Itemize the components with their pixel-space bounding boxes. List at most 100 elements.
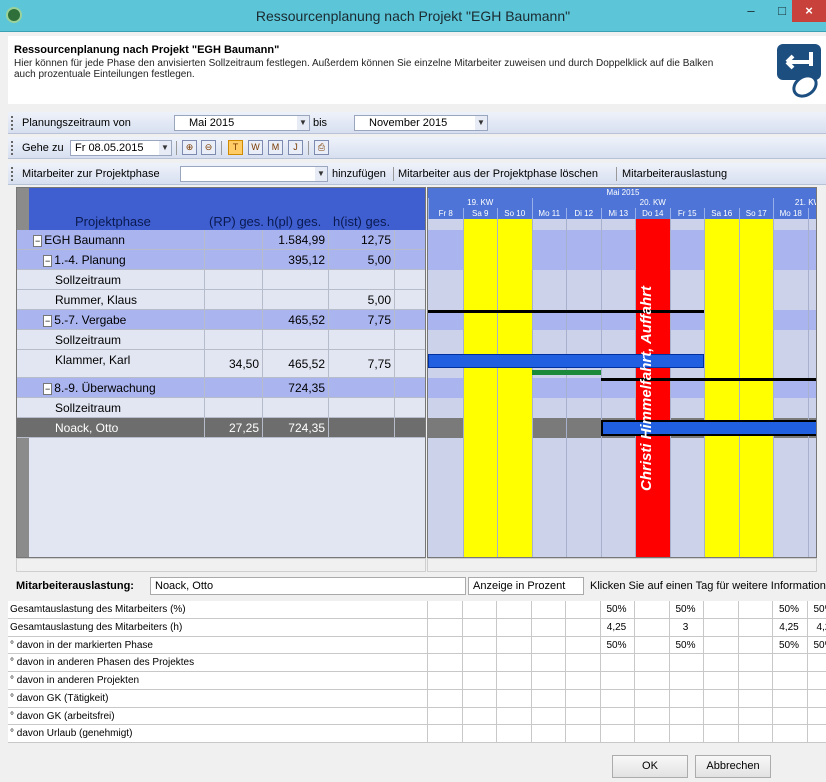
utilisation-value[interactable]: 50% [669, 604, 703, 615]
table-row[interactable]: Noack, Otto 27,25 724,35 [17, 418, 425, 438]
utilisation-value[interactable]: 50% [669, 640, 703, 651]
period-from-select[interactable]: Mai 2015 ▼ [174, 115, 310, 131]
table-row[interactable]: Sollzeitraum [17, 270, 425, 290]
table-row[interactable]: −8.-9. Überwachung 724,35 [17, 378, 425, 398]
phase-grid[interactable]: Projektphase (RP) ges. h(pl) ges. h(ist)… [16, 187, 426, 558]
toolbar-separator [308, 141, 309, 155]
gantt-day-header[interactable]: Fr 8 [428, 208, 463, 219]
day-view-button[interactable]: T [228, 140, 243, 155]
table-row[interactable]: − EGH Baumann 1.584,99 12,75 [17, 230, 425, 250]
gantt-day-header[interactable]: Mo 18 [773, 208, 808, 219]
gantt-day-header[interactable]: Do 14 [635, 208, 670, 219]
utilisation-value[interactable]: 50% [807, 640, 826, 651]
chevron-down-icon[interactable]: ▼ [297, 116, 309, 130]
gantt-day-header[interactable]: Sa 16 [704, 208, 739, 219]
value-cell [329, 398, 395, 418]
utilisation-value[interactable]: 4,25 [772, 622, 806, 633]
assignment-bar[interactable] [428, 354, 704, 368]
table-row[interactable]: −1.-4. Planung 395,12 5,00 [17, 250, 425, 270]
chevron-down-icon[interactable]: ▼ [475, 116, 487, 130]
value-cell [263, 270, 329, 290]
utilisation-column-line [530, 601, 532, 743]
delete-employee-button[interactable]: Mitarbeiter aus der Projektphase löschen [398, 168, 598, 180]
col-header-phase[interactable]: Projektphase [75, 214, 151, 229]
gantt-day-header[interactable]: Mo 11 [531, 208, 566, 219]
gantt-day-header[interactable]: So 17 [738, 208, 773, 219]
collapse-icon[interactable]: − [33, 235, 43, 247]
gantt-day-header[interactable]: Fr 15 [669, 208, 704, 219]
toolbar-separator [176, 141, 177, 155]
collapse-icon[interactable]: − [43, 255, 53, 267]
goto-label: Gehe zu [22, 142, 64, 154]
weekend-column [738, 219, 773, 557]
gantt-day-header[interactable]: D [807, 208, 816, 219]
gantt-day-header[interactable]: Di 12 [566, 208, 601, 219]
day-gridline [566, 219, 567, 557]
ok-button[interactable]: OK [612, 755, 688, 778]
table-row[interactable]: −5.-7. Vergabe 465,52 7,75 [17, 310, 425, 330]
gantt-day-header[interactable]: So 10 [497, 208, 532, 219]
goto-date-picker[interactable]: Fr 08.05.2015 ▼ [70, 140, 172, 156]
utilisation-row-label: ° davon in anderen Phasen des Projektes [10, 657, 195, 669]
period-to-select[interactable]: November 2015 ▼ [354, 115, 488, 131]
utilisation-value[interactable]: 3 [669, 622, 703, 633]
chevron-down-icon[interactable]: ▼ [315, 167, 327, 181]
table-row[interactable]: Sollzeitraum [17, 398, 425, 418]
utilisation-column-line [772, 601, 773, 743]
goto-date-value: Fr 08.05.2015 [75, 142, 144, 154]
sollzeitraum-bar[interactable] [428, 310, 704, 313]
value-cell: 5,00 [329, 250, 395, 270]
utilisation-value[interactable]: 50% [772, 604, 806, 615]
print-icon[interactable]: ⎙ [314, 140, 329, 155]
utilisation-employee-select[interactable]: Noack, Otto [150, 577, 466, 595]
day-gridline [531, 219, 533, 557]
month-view-button[interactable]: M [268, 140, 283, 155]
utilisation-value[interactable]: 4,25 [600, 622, 634, 633]
window-title: Ressourcenplanung nach Projekt "EGH Baum… [255, 8, 571, 24]
col-header-plan[interactable]: h(pl) ges. [267, 214, 329, 229]
zoom-in-icon[interactable]: ⊕ [182, 140, 197, 155]
year-view-button[interactable]: J [288, 140, 303, 155]
utilisation-column-line [496, 601, 497, 743]
week-view-button[interactable]: W [248, 140, 263, 155]
utilisation-value[interactable]: 50% [600, 640, 634, 651]
collapse-icon[interactable]: − [43, 383, 53, 395]
gantt-week-header: 21. KW [773, 198, 816, 208]
minimize-button[interactable]: – [734, 0, 768, 22]
assignment-bar[interactable] [600, 420, 816, 436]
col-header-rp[interactable]: (RP) ges. [209, 214, 265, 229]
utilisation-value[interactable]: 50% [772, 640, 806, 651]
gantt-horizontal-scrollbar[interactable] [427, 558, 817, 572]
chevron-down-icon[interactable]: ▼ [159, 141, 171, 155]
weekend-column [462, 219, 497, 557]
employee-select[interactable]: ▼ [180, 166, 328, 182]
gantt-day-header[interactable]: Mi 13 [600, 208, 635, 219]
value-cell [329, 330, 395, 350]
table-row[interactable]: Klammer, Karl 34,50 465,52 7,75 [17, 350, 425, 378]
table-row[interactable]: Rummer, Klaus 5,00 [17, 290, 425, 310]
utilisation-value[interactable]: 50% [600, 604, 634, 615]
utilisation-value[interactable]: 4,2 [807, 622, 826, 633]
gantt-chart[interactable]: Mai 2015 19. KW20. KW21. KW Fr 8Sa 9So 1… [427, 187, 817, 558]
value-cell [263, 290, 329, 310]
actual-bar[interactable] [531, 370, 601, 375]
collapse-icon[interactable]: − [43, 315, 53, 327]
grid-horizontal-scrollbar[interactable] [16, 558, 426, 572]
table-row[interactable]: Sollzeitraum [17, 330, 425, 350]
phase-name-cell: Noack, Otto [29, 418, 205, 438]
toolbar-grip[interactable] [11, 116, 14, 130]
phase-name-cell: −1.-4. Planung [29, 250, 205, 270]
toolbar-grip[interactable] [11, 141, 14, 155]
zoom-out-icon[interactable]: ⊖ [201, 140, 216, 155]
employee-utilisation-button[interactable]: Mitarbeiterauslastung [622, 168, 727, 180]
close-button[interactable]: × [792, 0, 826, 22]
value-cell [205, 330, 263, 350]
gantt-day-header[interactable]: Sa 9 [462, 208, 497, 219]
col-header-ist[interactable]: h(ist) ges. [333, 214, 393, 229]
utilisation-value[interactable]: 50% [807, 604, 826, 615]
display-mode-select[interactable]: Anzeige in Prozent [468, 577, 584, 595]
add-employee-button[interactable]: hinzufügen [332, 168, 386, 180]
toolbar-grip[interactable] [11, 167, 14, 181]
cancel-button[interactable]: Abbrechen [695, 755, 771, 778]
sollzeitraum-bar[interactable] [600, 378, 816, 381]
